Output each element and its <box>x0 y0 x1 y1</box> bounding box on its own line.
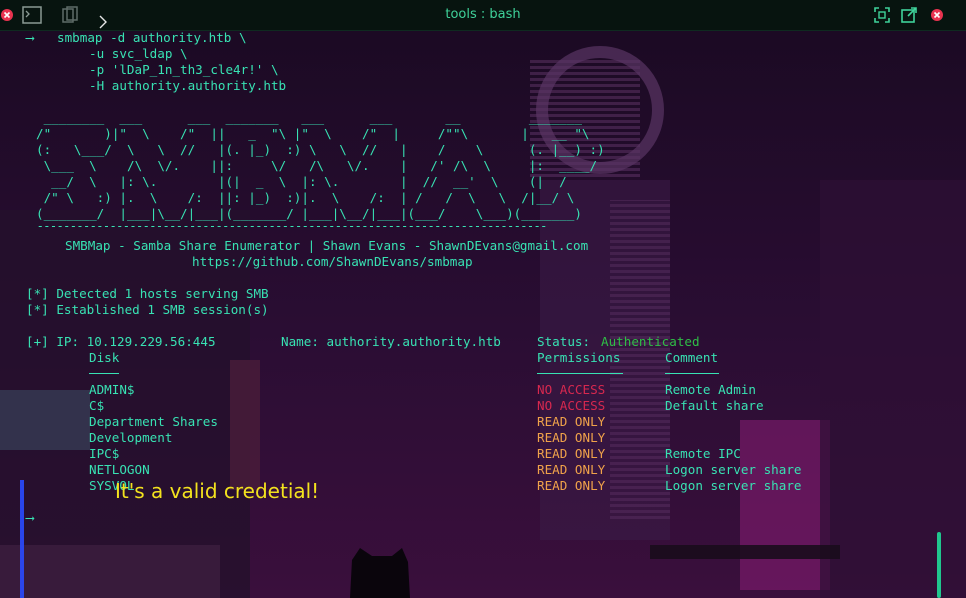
command-line: smbmap -d authority.htb \ <box>57 30 247 45</box>
share-name: Development <box>89 430 173 445</box>
status-value: Authenticated <box>601 334 700 349</box>
share-comment: Default share <box>665 398 764 413</box>
banner-credit: SMBMap - Samba Share Enumerator | Shawn … <box>65 238 589 253</box>
annotation-text: It's a valid credetial! <box>115 479 320 503</box>
banner-line: ________ ___ ___ _______ ___ ___ __ ____… <box>36 110 582 125</box>
share-name: IPC$ <box>89 446 120 461</box>
share-name: NETLOGON <box>89 462 150 477</box>
share-name: C$ <box>89 398 105 413</box>
status-line: [*] Established 1 SMB session(s) <box>26 302 269 317</box>
share-comment: Remote IPC <box>665 446 741 461</box>
window-titlebar: tools : bash <box>0 0 966 31</box>
command-line: -p 'lDaP_1n_th3_cle4r!' \ <box>89 62 279 77</box>
terminal-output[interactable]: ⟶ smbmap -d authority.htb \ -u svc_ldap … <box>0 30 966 598</box>
status-line: [*] Detected 1 hosts serving SMB <box>26 286 269 301</box>
status-label: Status: <box>537 334 591 349</box>
window-title: tools : bash <box>445 7 521 22</box>
share-permission: READ ONLY <box>537 462 606 477</box>
banner-line: /" )|" \ /" || _ "\ |" \ /" | /""\ | __ … <box>36 126 590 141</box>
share-permission: NO ACCESS <box>537 398 606 413</box>
header-underline <box>89 373 119 374</box>
share-comment: Remote Admin <box>665 382 756 397</box>
command-line: -H authority.authority.htb <box>89 78 287 93</box>
share-name: ADMIN$ <box>89 382 135 397</box>
maximize-icon[interactable] <box>874 7 890 23</box>
share-permission: READ ONLY <box>537 478 606 493</box>
column-header-comment: Comment <box>665 350 719 365</box>
header-underline <box>537 373 623 374</box>
share-permission: READ ONLY <box>537 414 606 429</box>
close-icon[interactable] <box>929 7 945 23</box>
header-underline <box>665 373 719 374</box>
detach-icon[interactable] <box>901 7 917 23</box>
banner-url[interactable]: https://github.com/ShawnDEvans/smbmap <box>192 254 473 270</box>
share-comment: Logon server share <box>665 462 802 477</box>
share-permission: READ ONLY <box>537 446 606 461</box>
command-line: -u svc_ldap \ <box>89 46 188 61</box>
host-name: Name: authority.authority.htb <box>281 334 501 349</box>
banner-line: /" \ :) |. \ /: ||: |_) :)|. \ /: | / / … <box>36 190 575 205</box>
banner-line: (: \___/ \ \ // |(. |_) :) \ \ // | / \ … <box>36 142 605 157</box>
column-header-permissions: Permissions <box>537 350 621 365</box>
share-name: Department Shares <box>89 414 218 429</box>
column-header-disk: Disk <box>89 350 120 365</box>
banner-line: \___ \ /\ \/. ||: \/ /\ \/. | /' /\ \ |:… <box>36 158 598 173</box>
share-comment: Logon server share <box>665 478 802 493</box>
share-permission: READ ONLY <box>537 430 606 445</box>
prompt-arrow: ⟶ <box>26 30 34 45</box>
host-ip: [+] IP: 10.129.229.56:445 <box>26 334 216 349</box>
banner-rule: ----------------------------------------… <box>30 219 548 233</box>
banner-line: __/ \ |: \. |(| _ \ |: \. | // __' \ (| … <box>36 174 567 189</box>
share-permission: NO ACCESS <box>537 382 606 397</box>
scrollbar[interactable] <box>937 532 941 598</box>
prompt-arrow: ⟶ <box>26 510 34 525</box>
